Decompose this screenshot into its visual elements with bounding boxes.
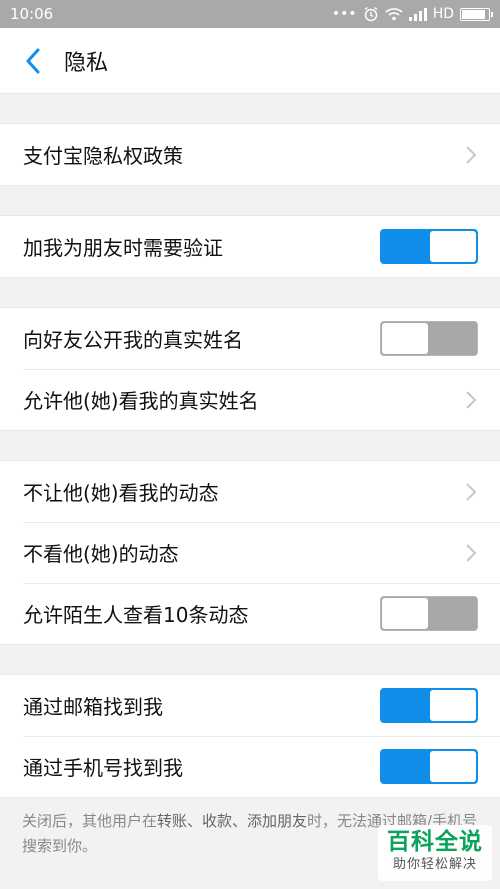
back-button[interactable] bbox=[0, 28, 66, 94]
setting-row-toggle: 通过邮箱找到我 bbox=[0, 675, 500, 736]
setting-row-toggle: 通过手机号找到我 bbox=[0, 736, 500, 797]
watermark-logo: 百科全说 助你轻松解决 bbox=[378, 825, 492, 881]
footnote-highlight: 转账、收款、添加朋友 bbox=[157, 812, 308, 830]
settings-group: 加我为朋友时需要验证 bbox=[0, 215, 500, 278]
chevron-right-icon bbox=[466, 390, 477, 409]
settings-group: 向好友公开我的真实姓名 允许他(她)看我的真实姓名 bbox=[0, 307, 500, 431]
group-gap bbox=[0, 278, 500, 307]
setting-label: 通过手机号找到我 bbox=[23, 756, 183, 780]
chevron-right-icon bbox=[466, 543, 477, 562]
setting-row-link[interactable]: 不看他(她)的动态 bbox=[0, 522, 500, 583]
settings-group: 不让他(她)看我的动态 不看他(她)的动态允许陌生人查看10条动态 bbox=[0, 460, 500, 645]
group-gap bbox=[0, 645, 500, 674]
watermark-main: 百科全说 bbox=[387, 829, 483, 855]
setting-label: 向好友公开我的真实姓名 bbox=[23, 328, 243, 352]
network-type: HD bbox=[432, 6, 454, 22]
toggle-knob bbox=[382, 598, 428, 629]
setting-label: 允许他(她)看我的真实姓名 bbox=[23, 389, 259, 413]
setting-label: 不让他(她)看我的动态 bbox=[23, 481, 219, 505]
settings-list: 支付宝隐私权政策 加我为朋友时需要验证 向好友公开我的真实姓名 允许他(她)看我的真实… bbox=[0, 94, 500, 798]
setting-label: 通过邮箱找到我 bbox=[23, 695, 163, 719]
footnote-prefix: 关闭后，其他用户在 bbox=[22, 812, 158, 830]
signal-icon bbox=[408, 7, 427, 21]
setting-row-link[interactable]: 允许他(她)看我的真实姓名 bbox=[0, 369, 500, 430]
toggle-switch[interactable] bbox=[380, 749, 478, 784]
toggle-knob bbox=[430, 690, 476, 721]
wifi-icon bbox=[385, 8, 403, 21]
page-title: 隐私 bbox=[64, 50, 109, 76]
status-icons: ••• HD bbox=[331, 6, 493, 22]
setting-row-link[interactable]: 不让他(她)看我的动态 bbox=[0, 461, 500, 522]
toggle-knob bbox=[430, 751, 476, 782]
chevron-right-icon bbox=[466, 145, 477, 164]
alarm-icon bbox=[364, 6, 378, 22]
toggle-knob bbox=[382, 323, 428, 354]
status-time: 10:06 bbox=[10, 5, 54, 23]
nav-bar: 隐私 bbox=[0, 28, 500, 94]
setting-label: 允许陌生人查看10条动态 bbox=[23, 603, 249, 627]
battery-level bbox=[462, 9, 486, 19]
toggle-switch[interactable] bbox=[380, 321, 478, 356]
status-bar: 10:06 ••• HD bbox=[0, 0, 500, 28]
toggle-knob bbox=[430, 231, 476, 262]
group-gap bbox=[0, 186, 500, 215]
watermark-sub: 助你轻松解决 bbox=[392, 857, 477, 872]
setting-row-toggle: 向好友公开我的真实姓名 bbox=[0, 308, 500, 369]
setting-row-link[interactable]: 支付宝隐私权政策 bbox=[0, 124, 500, 185]
chevron-left-icon bbox=[26, 48, 40, 73]
setting-label: 支付宝隐私权政策 bbox=[23, 144, 183, 168]
settings-group: 支付宝隐私权政策 bbox=[0, 123, 500, 186]
battery-icon bbox=[460, 7, 493, 21]
setting-label: 不看他(她)的动态 bbox=[23, 542, 179, 566]
toggle-switch[interactable] bbox=[380, 229, 478, 264]
toggle-switch[interactable] bbox=[380, 688, 478, 723]
setting-row-toggle: 加我为朋友时需要验证 bbox=[0, 216, 500, 277]
setting-label: 加我为朋友时需要验证 bbox=[23, 236, 223, 260]
settings-group: 通过邮箱找到我 通过手机号找到我 bbox=[0, 674, 500, 798]
chevron-right-icon bbox=[466, 482, 477, 501]
toggle-switch[interactable] bbox=[380, 596, 478, 631]
group-gap bbox=[0, 94, 500, 123]
group-gap bbox=[0, 431, 500, 460]
more-dots-icon: ••• bbox=[331, 6, 357, 22]
setting-row-toggle: 允许陌生人查看10条动态 bbox=[0, 583, 500, 644]
